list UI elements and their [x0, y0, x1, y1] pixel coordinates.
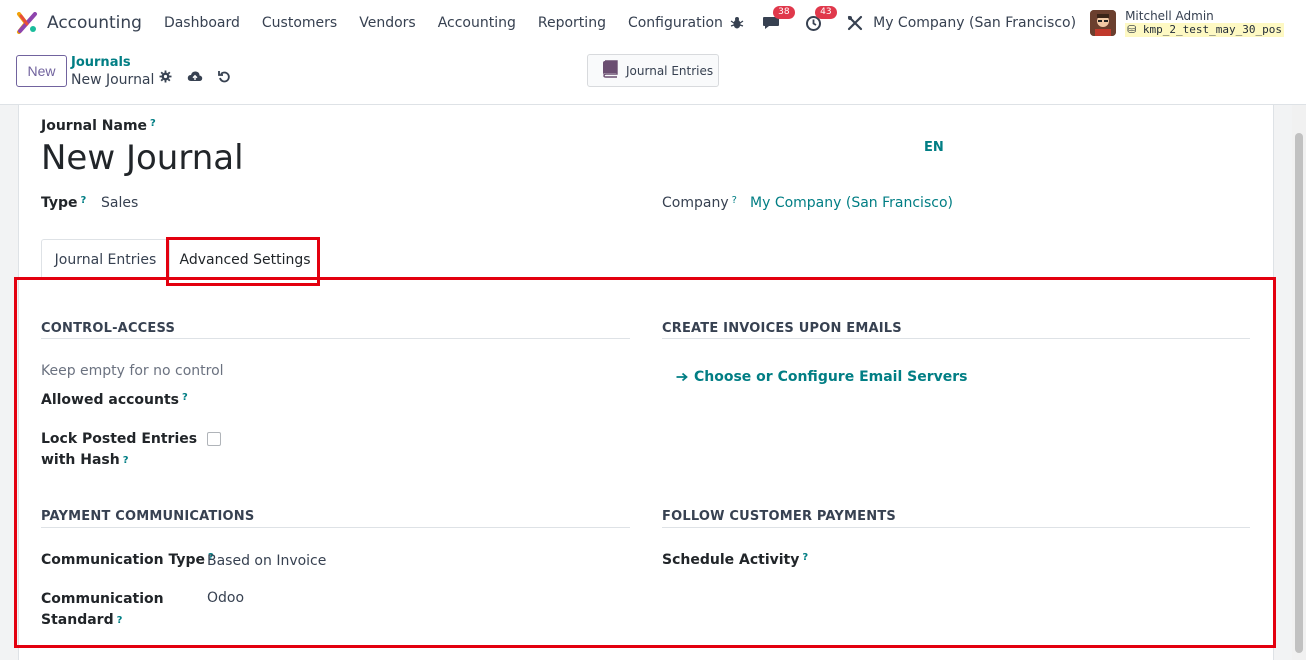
scrollbar[interactable]: [1292, 105, 1306, 660]
control-access-title: CONTROL-ACCESS: [41, 321, 176, 336]
section-divider: [41, 527, 630, 528]
bug-icon[interactable]: [727, 13, 747, 33]
journal-name-input[interactable]: New Journal: [41, 138, 244, 178]
user-menu[interactable]: Mitchell Admin ⛁ kmp_2_test_may_30_pos: [1090, 9, 1284, 37]
main-menu: Dashboard Customers Vendors Accounting R…: [153, 15, 734, 31]
company-label: Company?: [662, 195, 737, 211]
activities-badge: 43: [815, 6, 837, 19]
type-field[interactable]: Sales: [101, 195, 138, 211]
record-actions: [159, 70, 246, 83]
menu-customers[interactable]: Customers: [251, 15, 348, 31]
section-divider: [41, 338, 630, 339]
scrollbar-thumb[interactable]: [1295, 133, 1303, 653]
breadcrumb: Journals New Journal: [71, 55, 154, 88]
app-logo-icon: [16, 12, 38, 34]
company-field[interactable]: My Company (San Francisco): [750, 195, 953, 211]
lock-hash-checkbox[interactable]: [207, 432, 221, 446]
top-navbar: Accounting Dashboard Customers Vendors A…: [0, 0, 1306, 46]
section-divider: [662, 338, 1250, 339]
database-name: ⛁ kmp_2_test_may_30_pos: [1125, 23, 1284, 37]
payment-comm-title: PAYMENT COMMUNICATIONS: [41, 509, 255, 524]
breadcrumb-current: New Journal: [71, 72, 155, 88]
comm-standard-label: Communication Standard?: [41, 591, 164, 628]
create-invoices-title: CREATE INVOICES UPON EMAILS: [662, 321, 902, 336]
book-icon: [600, 59, 620, 82]
systray: 38 43 My Company (San Francisco) Mitchel…: [727, 0, 1306, 46]
tools-icon[interactable]: [845, 13, 865, 33]
app-brand[interactable]: Accounting: [16, 12, 142, 34]
comm-type-field[interactable]: Based on Invoice: [207, 553, 326, 569]
tab-journal-entries[interactable]: Journal Entries: [41, 239, 170, 280]
journal-entries-smart-button[interactable]: Journal Entries: [587, 54, 719, 87]
schedule-activity-label: Schedule Activity?: [662, 552, 809, 568]
app-name: Accounting: [47, 13, 142, 33]
section-divider: [662, 527, 1250, 528]
company-switcher[interactable]: My Company (San Francisco): [873, 15, 1076, 31]
type-label: Type?: [41, 195, 87, 211]
messages-badge: 38: [773, 6, 795, 19]
menu-reporting[interactable]: Reporting: [527, 15, 617, 31]
new-button[interactable]: New: [16, 55, 67, 87]
breadcrumb-journals[interactable]: Journals: [71, 55, 154, 71]
language-button[interactable]: EN: [924, 140, 944, 155]
cloud-upload-icon[interactable]: [187, 70, 203, 83]
comm-type-label: Communication Type?: [41, 552, 214, 568]
form-sheet: [18, 105, 1274, 660]
smart-button-label: Journal Entries: [626, 63, 714, 78]
lock-hash-label: Lock Posted Entries with Hash?: [41, 431, 198, 468]
menu-accounting[interactable]: Accounting: [427, 15, 527, 31]
allowed-accounts-label: Allowed accounts?: [41, 392, 188, 408]
menu-dashboard[interactable]: Dashboard: [153, 15, 251, 31]
comm-standard-field[interactable]: Odoo: [207, 590, 244, 606]
journal-name-label: Journal Name?: [41, 118, 156, 134]
database-icon: ⛁: [1127, 23, 1137, 36]
menu-vendors[interactable]: Vendors: [348, 15, 426, 31]
control-panel: New Journals New Journal Journal Entries: [0, 46, 1306, 105]
chat-icon[interactable]: 38: [761, 6, 795, 33]
email-servers-link[interactable]: Choose or Configure Email Servers: [676, 369, 968, 385]
gear-icon[interactable]: [159, 70, 172, 83]
allowed-accounts-placeholder[interactable]: Keep empty for no control: [41, 363, 224, 379]
avatar: [1090, 10, 1117, 36]
clock-icon[interactable]: 43: [803, 6, 837, 33]
user-name: Mitchell Admin: [1125, 9, 1214, 23]
arrow-right-icon: [676, 372, 688, 382]
follow-payments-title: FOLLOW CUSTOMER PAYMENTS: [662, 509, 896, 524]
menu-configuration[interactable]: Configuration: [617, 15, 734, 31]
tab-advanced-settings[interactable]: Advanced Settings: [170, 239, 320, 280]
undo-icon[interactable]: [218, 70, 231, 83]
